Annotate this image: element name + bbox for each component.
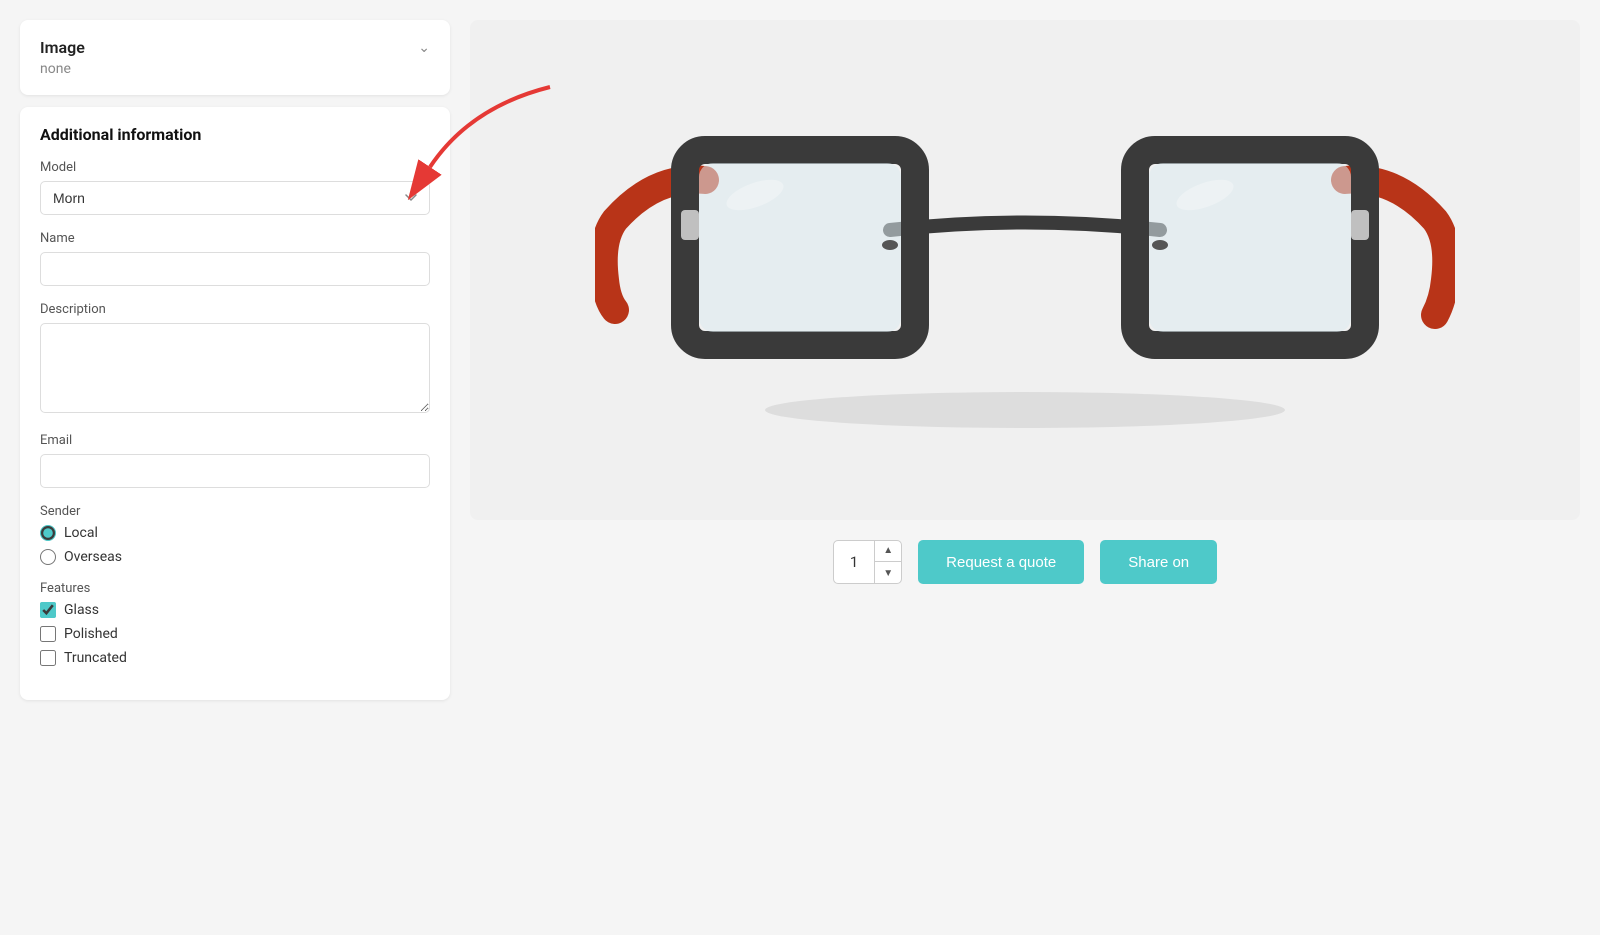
feature-truncated-option[interactable]: Truncated bbox=[40, 650, 430, 666]
sender-local-option[interactable]: Local bbox=[40, 525, 430, 541]
sender-label: Sender bbox=[40, 504, 430, 519]
features-label: Features bbox=[40, 581, 430, 596]
quantity-up-button[interactable]: ▲ bbox=[875, 540, 901, 562]
quantity-down-button[interactable]: ▼ bbox=[875, 562, 901, 584]
action-bar: 1 ▲ ▼ Request a quote Share on bbox=[470, 540, 1580, 584]
description-field-group: Description bbox=[40, 302, 430, 417]
sender-overseas-label: Overseas bbox=[64, 549, 122, 565]
product-image-glasses bbox=[595, 20, 1455, 520]
model-label: Model bbox=[40, 160, 430, 175]
feature-glass-label: Glass bbox=[64, 602, 99, 618]
right-panel: 1 ▲ ▼ Request a quote Share on bbox=[470, 20, 1580, 915]
additional-info-card: Additional information Model Morn Classi… bbox=[20, 107, 450, 700]
model-field-group: Model Morn Classic Sport Retro bbox=[40, 160, 430, 215]
description-label: Description bbox=[40, 302, 430, 317]
share-on-button[interactable]: Share on bbox=[1100, 540, 1217, 584]
quantity-value: 1 bbox=[834, 553, 874, 571]
sender-local-radio[interactable] bbox=[40, 525, 56, 541]
name-field-group: Name bbox=[40, 231, 430, 286]
image-card-title: Image bbox=[40, 38, 85, 57]
email-input[interactable] bbox=[40, 454, 430, 488]
feature-glass-checkbox[interactable] bbox=[40, 602, 56, 618]
additional-info-title: Additional information bbox=[40, 125, 430, 144]
left-panel: Image ⌄ none Additional information Mode… bbox=[20, 20, 450, 915]
name-input[interactable] bbox=[40, 252, 430, 286]
model-select[interactable]: Morn Classic Sport Retro bbox=[40, 181, 430, 215]
name-label: Name bbox=[40, 231, 430, 246]
quantity-control: 1 ▲ ▼ bbox=[833, 540, 902, 584]
features-field-group: Features Glass Polished Truncated bbox=[40, 581, 430, 666]
quantity-buttons: ▲ ▼ bbox=[874, 540, 901, 584]
image-card-value: none bbox=[40, 61, 430, 77]
feature-glass-option[interactable]: Glass bbox=[40, 602, 430, 618]
image-card: Image ⌄ none bbox=[20, 20, 450, 95]
product-image-container bbox=[470, 20, 1580, 520]
sender-field-group: Sender Local Overseas bbox=[40, 504, 430, 565]
feature-truncated-label: Truncated bbox=[64, 650, 127, 666]
sender-local-label: Local bbox=[64, 525, 98, 541]
feature-polished-label: Polished bbox=[64, 626, 118, 642]
features-checkbox-group: Glass Polished Truncated bbox=[40, 602, 430, 666]
email-label: Email bbox=[40, 433, 430, 448]
sender-radio-group: Local Overseas bbox=[40, 525, 430, 565]
feature-truncated-checkbox[interactable] bbox=[40, 650, 56, 666]
sender-overseas-option[interactable]: Overseas bbox=[40, 549, 430, 565]
description-input[interactable] bbox=[40, 323, 430, 413]
chevron-down-icon[interactable]: ⌄ bbox=[418, 40, 430, 56]
request-quote-button[interactable]: Request a quote bbox=[918, 540, 1084, 584]
email-field-group: Email bbox=[40, 433, 430, 488]
sender-overseas-radio[interactable] bbox=[40, 549, 56, 565]
feature-polished-option[interactable]: Polished bbox=[40, 626, 430, 642]
feature-polished-checkbox[interactable] bbox=[40, 626, 56, 642]
